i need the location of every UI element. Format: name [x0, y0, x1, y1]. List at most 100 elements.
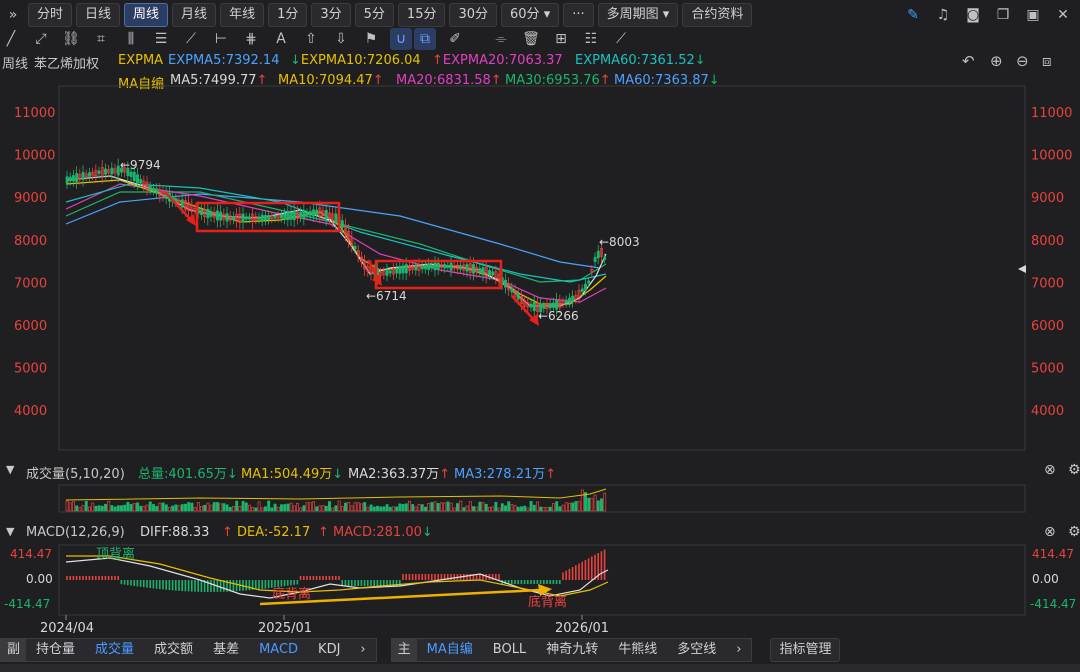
ray-tool-icon[interactable]: ⤢	[30, 28, 52, 50]
volume-bar	[120, 505, 123, 512]
volume-bar	[497, 507, 501, 512]
volume-bar	[308, 502, 312, 512]
tab-turnover[interactable]: 成交额	[144, 639, 203, 661]
period-button-1min[interactable]: 1分	[268, 3, 308, 27]
brush-tool-icon[interactable]: ⟋	[180, 28, 202, 50]
volume-bar	[155, 506, 159, 512]
volume-bar	[558, 506, 562, 512]
candle-body	[88, 172, 91, 177]
main-tabs-more-icon[interactable]: ›	[726, 639, 751, 661]
volume-bar	[232, 505, 235, 512]
grid-tool-icon[interactable]: ⊞	[550, 28, 572, 50]
undo-icon[interactable]: ↶	[962, 52, 975, 70]
volume-bar	[462, 507, 466, 512]
macd-histogram	[66, 549, 606, 592]
crop-tool-icon[interactable]: ⌗	[90, 28, 112, 50]
window-icon[interactable]: ▣	[1022, 4, 1044, 26]
tab-macd[interactable]: MACD	[249, 639, 308, 661]
more-periods-button[interactable]: ···	[563, 3, 594, 27]
settings-volume-icon[interactable]: ⚙	[1068, 462, 1080, 478]
collapse-icon[interactable]: ▼	[6, 463, 14, 476]
candle-tool-icon[interactable]: ⫼	[120, 28, 142, 50]
period-button-monthly[interactable]: 月线	[172, 3, 217, 27]
tab-td-sequential[interactable]: 神奇九转	[536, 639, 608, 661]
contract-info-button[interactable]: 合约资料	[682, 3, 753, 27]
volume-bar	[116, 505, 120, 512]
tab-ma-custom[interactable]: MA自编	[417, 639, 483, 661]
ma20-line	[65, 183, 607, 303]
price-tick-right: 4000	[1031, 404, 1064, 419]
node-tool-icon[interactable]: ⛓	[60, 28, 82, 50]
multi-period-select[interactable]: 多周期图 ▾	[597, 3, 679, 27]
macd-chart[interactable]: 414.47 0.00 -414.47 414.47 0.00 -414.47 …	[0, 544, 1080, 636]
close-macd-icon[interactable]: ⊗	[1044, 524, 1056, 540]
price-axis-left: 11000 10000 9000 8000 7000 6000 5000 4000	[14, 106, 55, 419]
price-tick-left: 5000	[14, 362, 47, 377]
layout-icon[interactable]: ⧈	[1042, 52, 1052, 70]
volume-bar	[248, 504, 251, 512]
price-chart[interactable]: 11000 10000 9000 8000 7000 6000 5000 4000 11000…	[0, 84, 1080, 454]
zoom-out-icon[interactable]: ⊖	[1016, 52, 1029, 70]
indicator-manage-button[interactable]: 指标管理	[770, 638, 841, 662]
tab-boll[interactable]: BOLL	[483, 639, 536, 661]
copy-icon[interactable]: ❐	[992, 4, 1014, 26]
volume-bar	[350, 505, 354, 512]
pen-icon[interactable]: ✎	[902, 4, 924, 26]
flag-tool-icon[interactable]: ⚑	[360, 28, 382, 50]
tab-volume[interactable]: 成交量	[85, 639, 144, 661]
period-button-30min[interactable]: 30分	[449, 3, 498, 27]
channel-tool-icon[interactable]: ⋕	[240, 28, 262, 50]
range-tool-icon[interactable]: ⊢	[210, 28, 232, 50]
volume-bar	[427, 503, 431, 512]
collapse-icon[interactable]: ▼	[6, 525, 14, 538]
volume-bar	[321, 505, 325, 512]
arrow-down-tool-icon[interactable]: ⇩	[330, 28, 352, 50]
trash-tool-icon[interactable]: 🗑	[520, 28, 542, 50]
period-button-timeshare[interactable]: 分时	[28, 3, 73, 27]
tab-kdj[interactable]: KDJ	[308, 639, 350, 661]
period-button-yearly[interactable]: 年线	[220, 3, 265, 27]
close-volume-icon[interactable]: ⊗	[1044, 462, 1056, 478]
period-button-3min[interactable]: 3分	[311, 3, 351, 27]
tab-basis[interactable]: 基差	[203, 639, 249, 661]
arrow-up-tool-icon[interactable]: ⇧	[300, 28, 322, 50]
tab-bull-bear-line[interactable]: 牛熊线	[608, 639, 667, 661]
line-tool-icon[interactable]: ╱	[0, 28, 22, 50]
volume-ma1: MA1:504.49万↓	[241, 467, 344, 482]
expand-icon[interactable]: »	[2, 4, 24, 26]
eraser-tool-icon[interactable]: ✐	[444, 28, 466, 50]
volume-bar	[529, 501, 533, 512]
volume-bar	[456, 503, 459, 512]
bell-icon[interactable]: ♫	[932, 4, 954, 26]
tab-open-interest[interactable]: 持仓量	[26, 639, 85, 661]
lock-tool-icon[interactable]: ⧉	[414, 28, 436, 50]
period-button-daily[interactable]: 日线	[76, 3, 121, 27]
price-tick-left: 9000	[14, 191, 47, 206]
period-button-weekly[interactable]: 周线	[124, 3, 169, 27]
ruler-tool-icon[interactable]: ⟋	[610, 28, 632, 50]
period-select[interactable]: 60分 ▾	[501, 3, 560, 27]
volume-chart[interactable]	[0, 484, 1080, 514]
zoom-in-icon[interactable]: ⊕	[990, 52, 1003, 70]
volume-bar	[273, 503, 277, 512]
volume-bar	[408, 500, 411, 512]
fib-tool-icon[interactable]: ☰	[150, 28, 172, 50]
camera-icon[interactable]: ◙	[962, 4, 984, 26]
hide-tool-icon[interactable]: ⌯	[490, 28, 512, 50]
ma30-line	[65, 191, 607, 283]
period-button-15min[interactable]: 15分	[397, 3, 446, 27]
period-button-5min[interactable]: 5分	[354, 3, 394, 27]
tab-long-short-line[interactable]: 多空线	[667, 639, 726, 661]
low-label-6266: ←6266	[538, 309, 579, 323]
sub-tabs-more-icon[interactable]: ›	[350, 639, 375, 661]
list-tool-icon[interactable]: ☷	[580, 28, 602, 50]
indicator-tabs-bar: 副 持仓量 成交量 成交额 基差 MACD KDJ › 主 MA自编 BOLL …	[0, 638, 1080, 662]
volume-bar	[580, 489, 584, 512]
text-tool-icon[interactable]: A	[270, 28, 292, 50]
close-icon[interactable]: ✕	[1052, 4, 1074, 26]
volume-bar	[72, 501, 75, 512]
magnet-tool-icon[interactable]: ∪	[390, 28, 412, 50]
settings-macd-icon[interactable]: ⚙	[1068, 524, 1080, 540]
price-tick-right: 5000	[1031, 362, 1064, 377]
volume-bar	[449, 502, 453, 512]
